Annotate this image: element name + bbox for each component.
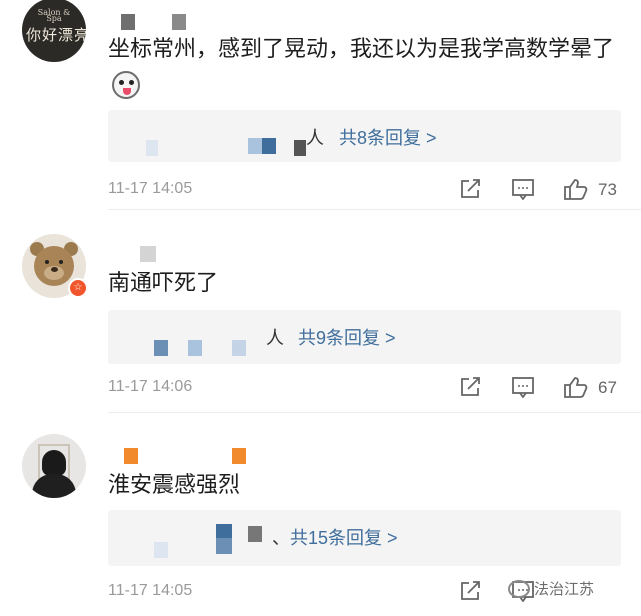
avatar[interactable]: Salon & Spa 你好漂亮: [22, 0, 86, 62]
thumbs-up-icon[interactable]: [563, 178, 589, 200]
view-replies-link[interactable]: 共9条回复 >: [298, 324, 396, 350]
comment-icon[interactable]: [511, 178, 535, 200]
like-count: 73: [598, 180, 617, 199]
watermark-text: 法治江苏: [534, 581, 595, 598]
reply-suffix: 人: [306, 128, 324, 148]
timestamp: 11-17 14:05: [108, 180, 193, 197]
share-icon[interactable]: [459, 580, 483, 602]
avatar[interactable]: [22, 434, 86, 498]
comment-icon[interactable]: [511, 376, 535, 398]
comment-text: 淮安震感强烈: [108, 472, 241, 497]
avatar-caption: Salon & Spa: [37, 8, 71, 23]
thumbs-up-icon[interactable]: [563, 376, 589, 398]
watermark: 法治江苏: [508, 578, 594, 599]
comment-text: 坐标常州，感到了晃动，我还以为是我学高数学晕了: [108, 30, 618, 106]
like-count: 67: [598, 378, 617, 397]
avatar-lettering: 你好漂亮: [26, 26, 86, 44]
reply-preview[interactable]: 人 共8条回复 >: [108, 110, 621, 162]
timestamp: 11-17 14:05: [108, 582, 193, 599]
reply-suffix: 人: [266, 328, 284, 348]
timestamp: 11-17 14:06: [108, 378, 193, 395]
view-replies-link[interactable]: 共8条回复 >: [339, 124, 437, 150]
wechat-icon: [508, 580, 530, 598]
share-icon[interactable]: [459, 376, 483, 398]
share-icon[interactable]: [459, 178, 483, 200]
view-replies-link[interactable]: 共15条回复 >: [290, 524, 398, 550]
emoji-icon: [112, 71, 140, 99]
reply-suffix: 、: [272, 528, 290, 548]
comment-item: Salon & Spa 你好漂亮 坐标常州，感到了晃动，我还以为是我学高数学晕了…: [0, 0, 641, 208]
reply-preview[interactable]: 人 共9条回复 >: [108, 310, 621, 364]
reply-preview[interactable]: 、 共15条回复 >: [108, 510, 621, 566]
comment-text: 南通吓死了: [108, 270, 219, 295]
comment-item: 南通吓死了 人 共9条回复 > 11-17 14:06 67: [0, 210, 641, 410]
vip-badge: ☆: [68, 278, 88, 298]
